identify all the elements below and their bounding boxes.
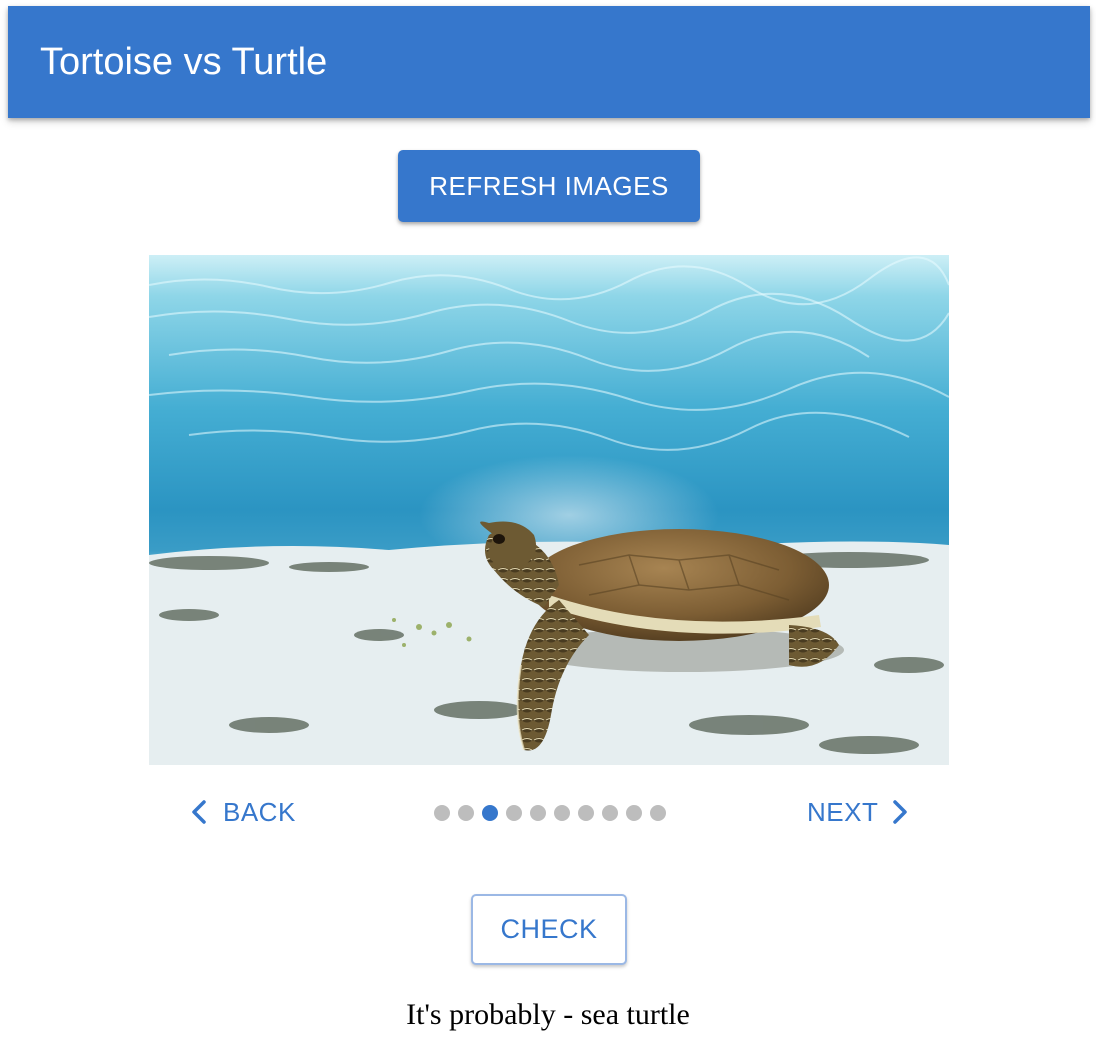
next-label: NEXT [807, 796, 879, 827]
check-button[interactable]: CHECK [471, 894, 627, 965]
back-button[interactable]: BACK [189, 790, 296, 834]
next-button[interactable]: NEXT [807, 790, 910, 834]
step-dot[interactable] [434, 805, 450, 821]
app-bar: Tortoise vs Turtle [8, 6, 1090, 118]
step-dot[interactable] [650, 805, 666, 821]
chevron-right-icon [893, 800, 908, 824]
step-dot[interactable] [458, 805, 474, 821]
step-dot[interactable] [554, 805, 570, 821]
carousel-stepper: BACK NEXT [149, 784, 949, 840]
back-label: BACK [223, 796, 296, 827]
chevron-left-icon [192, 800, 206, 824]
step-dot[interactable] [482, 805, 498, 821]
result-text: It's probably - sea turtle [406, 998, 690, 1031]
carousel-image [149, 255, 949, 765]
step-dot[interactable] [578, 805, 594, 821]
step-dots [434, 805, 666, 821]
step-dot[interactable] [626, 805, 642, 821]
app-title: Tortoise vs Turtle [40, 41, 328, 83]
step-dot[interactable] [602, 805, 618, 821]
step-dot[interactable] [530, 805, 546, 821]
step-dot[interactable] [506, 805, 522, 821]
refresh-images-button[interactable]: REFRESH IMAGES [398, 150, 700, 222]
